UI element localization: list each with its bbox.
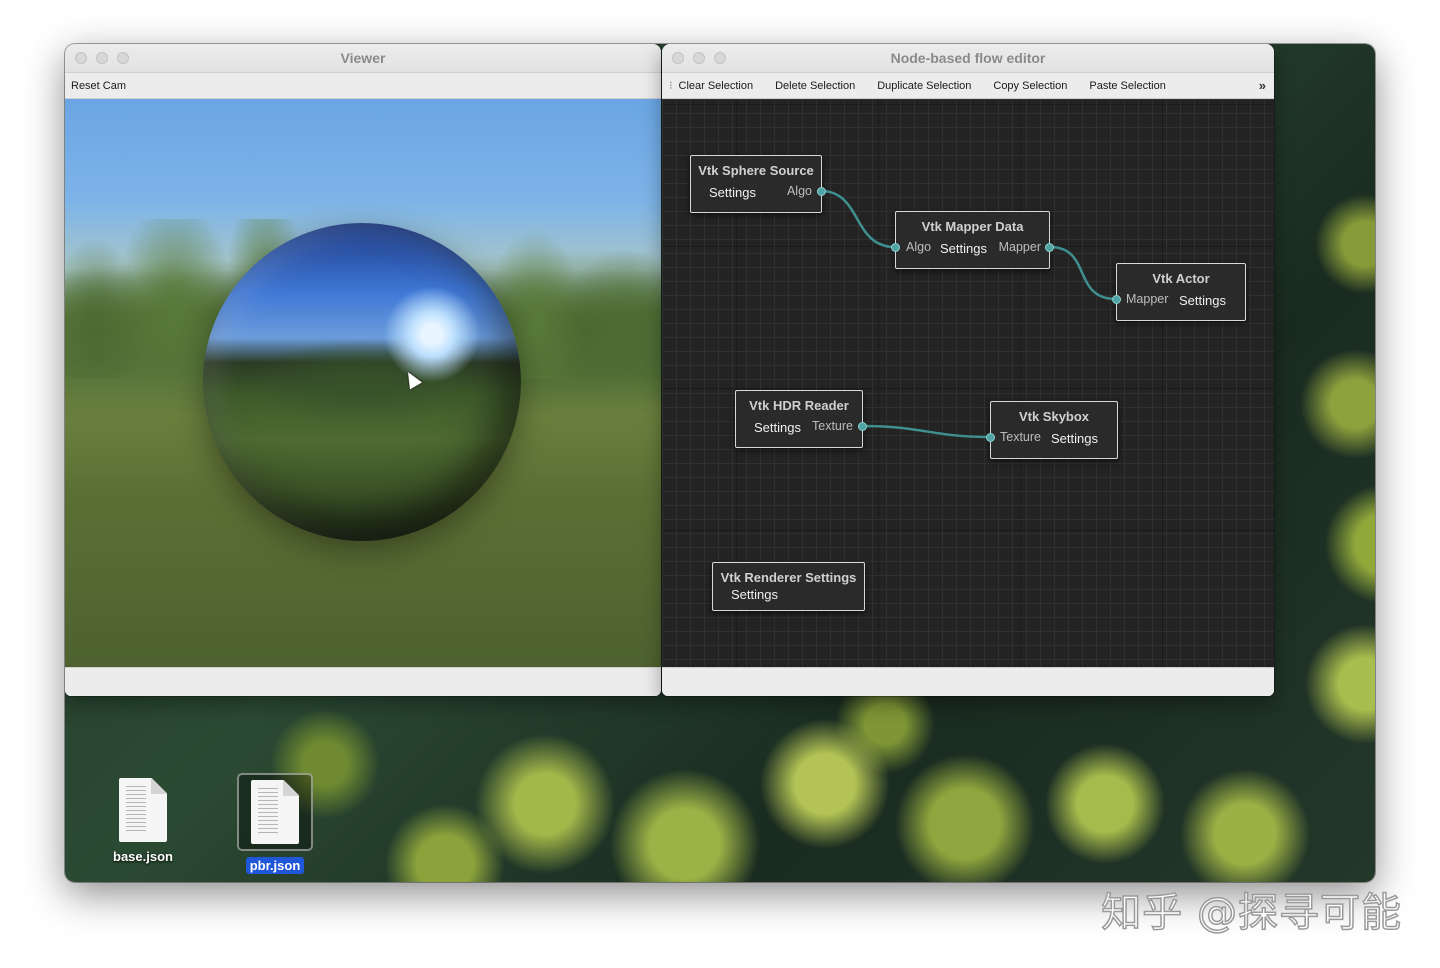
desktop-file-pbr-json[interactable]: pbr.json (230, 773, 320, 875)
close-button[interactable] (672, 52, 684, 64)
window-controls (672, 52, 726, 64)
input-pin-label: Texture (1000, 430, 1041, 444)
node-skybox[interactable]: Vtk Skybox Texture Settings (986, 401, 1118, 459)
file-icon-wrap (237, 773, 313, 851)
close-button[interactable] (75, 52, 87, 64)
link-mapper-to-actor (1049, 245, 1117, 301)
output-port-mapper[interactable] (1045, 243, 1054, 252)
3d-viewport[interactable] (65, 99, 661, 667)
toolbar-grip-icon[interactable]: ⁝ (669, 79, 673, 92)
settings-label[interactable]: Settings (1179, 293, 1226, 308)
desktop: Viewer Reset Cam Node-based flow editor … (65, 44, 1375, 882)
settings-label[interactable]: Settings (1051, 431, 1098, 446)
input-pin-label: Algo (906, 240, 932, 254)
editor-title: Node-based flow editor (890, 50, 1046, 66)
reset-cam-button[interactable]: Reset Cam (71, 80, 126, 92)
minimize-button[interactable] (693, 52, 705, 64)
node-renderer-settings[interactable]: Vtk Renderer Settings Settings (712, 562, 865, 611)
editor-toolbar: ⁝ Clear Selection Delete Selection Dupli… (662, 73, 1274, 99)
file-name: base.json (113, 849, 173, 864)
toolbar-overflow-icon[interactable]: » (1259, 78, 1266, 93)
minimize-button[interactable] (96, 52, 108, 64)
node-title: Vtk Actor (1152, 271, 1210, 286)
output-pin-label: Algo (786, 184, 812, 198)
zoom-button[interactable] (714, 52, 726, 64)
node-title: Vtk Sphere Source (698, 163, 814, 178)
reflective-sphere (203, 223, 521, 541)
settings-label[interactable]: Settings (709, 185, 756, 200)
desktop-file-base-json[interactable]: base.json (98, 778, 188, 866)
window-controls (75, 52, 129, 64)
node-title: Vtk Renderer Settings (720, 570, 857, 585)
link-sphere-to-mapper (820, 189, 896, 249)
node-hdr-reader[interactable]: Vtk HDR Reader Settings Texture (735, 390, 867, 448)
viewer-title: Viewer (340, 50, 386, 66)
json-file-icon (251, 780, 299, 844)
zoom-button[interactable] (117, 52, 129, 64)
file-icon-wrap (98, 778, 188, 842)
settings-label[interactable]: Settings (754, 420, 801, 435)
paste-selection-button[interactable]: Paste Selection (1089, 80, 1165, 92)
link-hdr-to-skybox (861, 424, 991, 439)
output-pin-label: Texture (812, 419, 853, 433)
viewer-statusbar (65, 667, 661, 696)
node-title: Vtk HDR Reader (749, 398, 849, 413)
output-port-texture[interactable] (858, 422, 867, 431)
file-name: pbr.json (245, 857, 305, 874)
node-actor[interactable]: Vtk Actor Mapper Settings (1112, 263, 1246, 321)
input-port-mapper[interactable] (1112, 295, 1121, 304)
output-port-algo[interactable] (817, 187, 826, 196)
flow-editor-window[interactable]: Node-based flow editor ⁝ Clear Selection… (662, 44, 1274, 696)
settings-label[interactable]: Settings (731, 587, 778, 602)
node-canvas[interactable]: Vtk Sphere Source Settings Algo Vtk Mapp… (662, 99, 1274, 667)
input-pin-label: Mapper (1126, 292, 1169, 306)
watermark-text: 知乎 @探寻可能 (1101, 889, 1402, 937)
input-port-algo[interactable] (891, 243, 900, 252)
clear-selection-button[interactable]: Clear Selection (679, 80, 754, 92)
viewer-window[interactable]: Viewer Reset Cam (65, 44, 661, 696)
node-sphere-source[interactable]: Vtk Sphere Source Settings Algo (690, 155, 826, 213)
editor-titlebar[interactable]: Node-based flow editor (662, 44, 1274, 73)
node-title: Vtk Skybox (1018, 409, 1090, 424)
viewer-toolbar: Reset Cam (65, 73, 661, 99)
viewer-titlebar[interactable]: Viewer (65, 44, 661, 73)
duplicate-selection-button[interactable]: Duplicate Selection (877, 80, 971, 92)
node-title: Vtk Mapper Data (921, 219, 1024, 234)
copy-selection-button[interactable]: Copy Selection (993, 80, 1067, 92)
delete-selection-button[interactable]: Delete Selection (775, 80, 855, 92)
editor-statusbar (662, 667, 1274, 696)
input-port-texture[interactable] (986, 433, 995, 442)
json-file-icon (119, 778, 167, 842)
output-pin-label: Mapper (998, 240, 1041, 254)
node-mapper-data[interactable]: Vtk Mapper Data Algo Settings Mapper (891, 211, 1054, 269)
settings-label[interactable]: Settings (940, 241, 987, 256)
